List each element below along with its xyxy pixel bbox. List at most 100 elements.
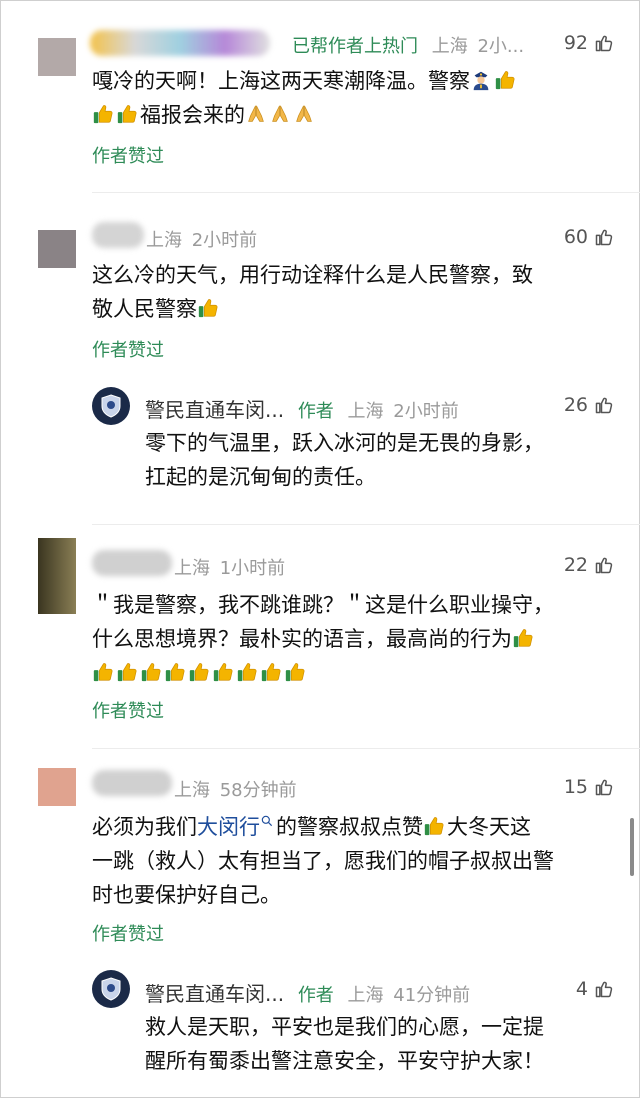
thumbs-up-emoji xyxy=(92,103,114,125)
like-count: 15 xyxy=(563,776,588,798)
time: 41分钟前 xyxy=(393,985,471,1006)
author-tag: 作者 xyxy=(297,985,334,1006)
avatar[interactable] xyxy=(38,38,76,76)
location-link[interactable]: 大闵行 xyxy=(197,815,260,839)
like-icon xyxy=(594,227,614,247)
author-tag: 作者 xyxy=(297,401,334,422)
thumbs-up-emoji xyxy=(164,661,186,683)
avatar[interactable] xyxy=(38,768,76,806)
location: 上海 xyxy=(431,36,468,57)
scrollbar[interactable] xyxy=(630,818,634,876)
comment-meta: 已帮作者上热门 上海 2小... xyxy=(292,32,524,58)
username-blurred[interactable] xyxy=(90,30,270,56)
text-line: 这么冷的天气，用行动诠释什么是人民警察，致 xyxy=(92,263,533,287)
author-liked-label: 作者赞过 xyxy=(92,701,164,722)
location: 上海 xyxy=(146,230,182,251)
avatar[interactable] xyxy=(38,538,76,614)
author-liked-label: 作者赞过 xyxy=(92,146,164,167)
comment-meta: 上海 58分钟前 xyxy=(174,776,297,802)
text-segment: 必须为我们 xyxy=(92,815,197,839)
thumbs-up-emoji xyxy=(212,661,234,683)
like-button[interactable]: 60 xyxy=(564,226,614,248)
thumbs-up-emoji xyxy=(116,661,138,683)
time: 2小... xyxy=(477,36,525,57)
time: 2小时前 xyxy=(393,401,459,422)
reply-author-name[interactable]: 警民直通车闵... xyxy=(145,982,284,1006)
reply-meta: 警民直通车闵... 作者 上海 41分钟前 xyxy=(145,978,470,1007)
like-icon xyxy=(594,33,614,53)
like-button[interactable]: 15 xyxy=(564,776,614,798)
thumbs-up-emoji xyxy=(494,69,516,91)
comment-text: 嘎冷的天啊！上海这两天寒潮降温。警察 福报会来的 xyxy=(92,64,612,132)
police-badge-icon xyxy=(101,394,121,418)
text-line: ＂我是警察，我不跳谁跳？＂这是什么职业操守， xyxy=(92,593,554,617)
thumbs-up-emoji xyxy=(236,661,258,683)
thumbs-up-emoji xyxy=(197,297,219,319)
thumbs-up-emoji xyxy=(188,661,210,683)
like-button[interactable]: 26 xyxy=(564,394,614,416)
emoji-row xyxy=(92,656,612,690)
location: 上海 xyxy=(174,558,210,579)
like-count: 22 xyxy=(563,554,588,576)
reply-text: 救人是天职，平安也是我们的心愿，一定提 醒所有蜀黍出警注意安全，平安守护大家！ xyxy=(145,1010,615,1078)
time: 58分钟前 xyxy=(219,780,297,801)
text-line: 扛起的是沉甸甸的责任。 xyxy=(145,465,376,489)
thumbs-up-emoji xyxy=(284,661,306,683)
comment-meta: 上海 1小时前 xyxy=(174,554,285,580)
text-line: 什么思想境界？最朴实的语言，最高尚的行为 xyxy=(92,627,512,651)
like-button[interactable]: 22 xyxy=(564,554,614,576)
text-line: 救人是天职，平安也是我们的心愿，一定提 xyxy=(145,1015,544,1039)
pray-emoji xyxy=(245,103,267,125)
author-liked-label: 作者赞过 xyxy=(92,924,164,945)
username-blurred[interactable] xyxy=(92,550,172,576)
like-count: 4 xyxy=(575,978,588,1000)
text-line: 时也要保护好自己。 xyxy=(92,883,281,907)
police-badge-icon xyxy=(101,977,121,1001)
like-icon xyxy=(594,395,614,415)
reply-author-name[interactable]: 警民直通车闵... xyxy=(145,398,284,422)
thumbs-up-emoji xyxy=(423,815,445,837)
author-liked-label: 作者赞过 xyxy=(92,340,164,361)
text-line: 福报会来的 xyxy=(140,103,245,127)
thumbs-up-emoji xyxy=(140,661,162,683)
divider xyxy=(92,748,640,749)
thumbs-up-emoji xyxy=(92,661,114,683)
reply-meta: 警民直通车闵... 作者 上海 2小时前 xyxy=(145,394,459,423)
text-line: 零下的气温里，跃入冰河的是无畏的身影， xyxy=(145,431,544,455)
text-line: 一跳（救人）太有担当了，愿我们的帽子叔叔出警 xyxy=(92,849,554,873)
like-icon xyxy=(594,555,614,575)
reply-text: 零下的气温里，跃入冰河的是无畏的身影， 扛起的是沉甸甸的责任。 xyxy=(145,426,615,494)
like-count: 92 xyxy=(563,32,588,54)
like-button[interactable]: 92 xyxy=(564,32,614,54)
location: 上海 xyxy=(347,401,384,422)
pray-emoji xyxy=(269,103,291,125)
hot-label: 已帮作者上热门 xyxy=(292,36,418,57)
time: 2小时前 xyxy=(191,230,258,251)
comment-meta: 上海 2小时前 xyxy=(146,226,257,252)
thumbs-up-emoji xyxy=(116,103,138,125)
username-blurred[interactable] xyxy=(92,222,144,248)
search-icon[interactable] xyxy=(260,814,274,828)
location: 上海 xyxy=(347,985,384,1006)
author-avatar[interactable] xyxy=(92,970,130,1008)
location: 上海 xyxy=(174,780,210,801)
comment-text: 这么冷的天气，用行动诠释什么是人民警察，致 敬人民警察 xyxy=(92,258,612,326)
text-segment: 的警察叔叔点赞 xyxy=(276,815,423,839)
like-icon xyxy=(594,979,614,999)
text-segment: 大冬天这 xyxy=(447,815,531,839)
text-line: 醒所有蜀黍出警注意安全，平安守护大家！ xyxy=(145,1049,544,1073)
pray-emoji xyxy=(293,103,315,125)
like-count: 26 xyxy=(563,394,588,416)
comment-text: ＂我是警察，我不跳谁跳？＂这是什么职业操守， 什么思想境界？最朴实的语言，最高尚… xyxy=(92,588,612,690)
like-count: 60 xyxy=(563,226,588,248)
text-line: 嘎冷的天啊！上海这两天寒潮降温。警察 xyxy=(92,69,470,93)
like-button[interactable]: 4 xyxy=(576,978,614,1000)
author-avatar[interactable] xyxy=(92,387,130,425)
divider xyxy=(92,192,640,193)
like-icon xyxy=(594,777,614,797)
time: 1小时前 xyxy=(219,558,286,579)
thumbs-up-emoji xyxy=(260,661,282,683)
username-blurred[interactable] xyxy=(92,770,172,796)
avatar[interactable] xyxy=(38,230,76,268)
comment-text: 必须为我们大闵行 的警察叔叔点赞 大冬天这 一跳（救人）太有担当了，愿我们的帽子叔叔… xyxy=(92,810,612,912)
